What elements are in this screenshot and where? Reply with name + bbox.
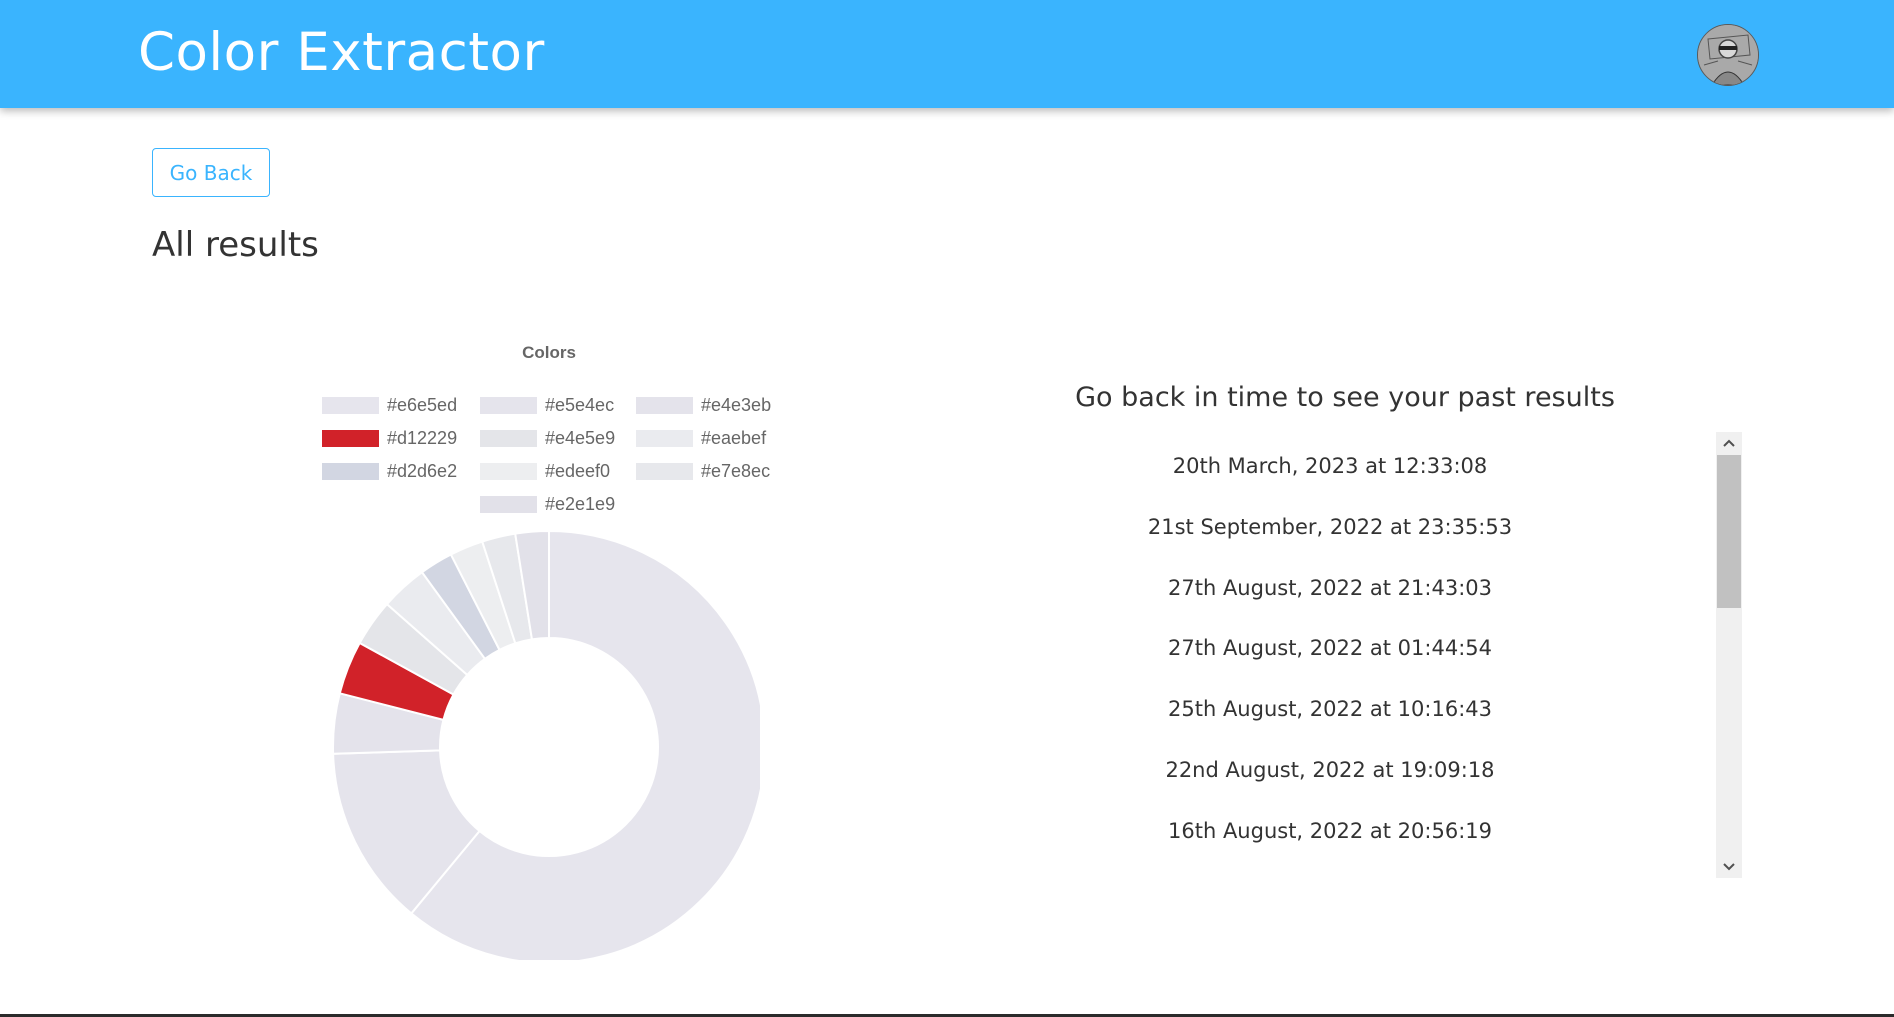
legend-item[interactable]: #e2e1e9 bbox=[480, 494, 615, 514]
legend-item[interactable]: #edeef0 bbox=[480, 461, 610, 481]
legend-label: #e7e8ec bbox=[701, 460, 771, 481]
history-list[interactable]: 20th March, 2023 at 12:33:08 21st Septem… bbox=[1090, 432, 1590, 877]
legend-item[interactable]: #e4e3eb bbox=[636, 395, 771, 415]
history-scrollbar[interactable] bbox=[1716, 432, 1742, 878]
legend-swatch bbox=[636, 396, 693, 414]
brand-title[interactable]: Color Extractor bbox=[138, 22, 545, 83]
legend-swatch bbox=[480, 495, 537, 513]
history-item[interactable]: 27th August, 2022 at 01:44:54 bbox=[1090, 636, 1570, 660]
chevron-up-icon[interactable] bbox=[1716, 432, 1742, 454]
legend-item[interactable]: #d2d6e2 bbox=[322, 461, 457, 481]
legend-swatch bbox=[322, 396, 379, 414]
page-title: All results bbox=[152, 225, 319, 265]
legend-label: #e2e1e9 bbox=[545, 493, 616, 514]
legend-swatch bbox=[636, 462, 693, 480]
legend-swatch bbox=[322, 462, 379, 480]
legend-label: #e4e3eb bbox=[701, 394, 772, 415]
legend-swatch bbox=[480, 429, 537, 447]
chart-title: Colors bbox=[522, 343, 576, 362]
history-heading: Go back in time to see your past results bbox=[1075, 382, 1615, 413]
legend-swatch bbox=[636, 429, 693, 447]
legend-swatch bbox=[322, 429, 379, 447]
history-item[interactable]: 27th August, 2022 at 21:43:03 bbox=[1090, 576, 1570, 600]
legend-item[interactable]: #e7e8ec bbox=[636, 461, 770, 481]
legend-label: #d12229 bbox=[387, 427, 458, 448]
legend-label: #e5e4ec bbox=[545, 394, 615, 415]
legend-item[interactable]: #e5e4ec bbox=[480, 395, 614, 415]
colors-donut-chart[interactable] bbox=[320, 520, 760, 960]
legend-swatch bbox=[480, 462, 537, 480]
avatar-image bbox=[1698, 25, 1758, 85]
history-item[interactable]: 16th August, 2022 at 20:56:19 bbox=[1090, 819, 1570, 843]
legend-label: #e6e5ed bbox=[387, 394, 458, 415]
legend-swatch bbox=[480, 396, 537, 414]
history-item[interactable]: 25th August, 2022 at 10:16:43 bbox=[1090, 697, 1570, 721]
legend-label: #d2d6e2 bbox=[387, 460, 458, 481]
legend-item[interactable]: #e4e5e9 bbox=[480, 428, 615, 448]
legend-label: #edeef0 bbox=[545, 460, 611, 481]
legend-item[interactable]: #d12229 bbox=[322, 428, 457, 448]
go-back-button[interactable]: Go Back bbox=[152, 148, 270, 197]
history-item[interactable]: 20th March, 2023 at 12:33:08 bbox=[1090, 454, 1570, 478]
legend-item[interactable]: #eaebef bbox=[636, 428, 766, 448]
chevron-down-icon[interactable] bbox=[1716, 856, 1742, 878]
scrollbar-thumb[interactable] bbox=[1717, 455, 1741, 608]
user-avatar-icon[interactable] bbox=[1697, 24, 1759, 86]
legend-label: #e4e5e9 bbox=[545, 427, 616, 448]
legend-item[interactable]: #e6e5ed bbox=[322, 395, 457, 415]
legend-label: #eaebef bbox=[701, 427, 767, 448]
navbar: Color Extractor bbox=[0, 0, 1894, 108]
history-item[interactable]: 22nd August, 2022 at 19:09:18 bbox=[1090, 758, 1570, 782]
history-item[interactable]: 21st September, 2022 at 23:35:53 bbox=[1090, 515, 1570, 539]
